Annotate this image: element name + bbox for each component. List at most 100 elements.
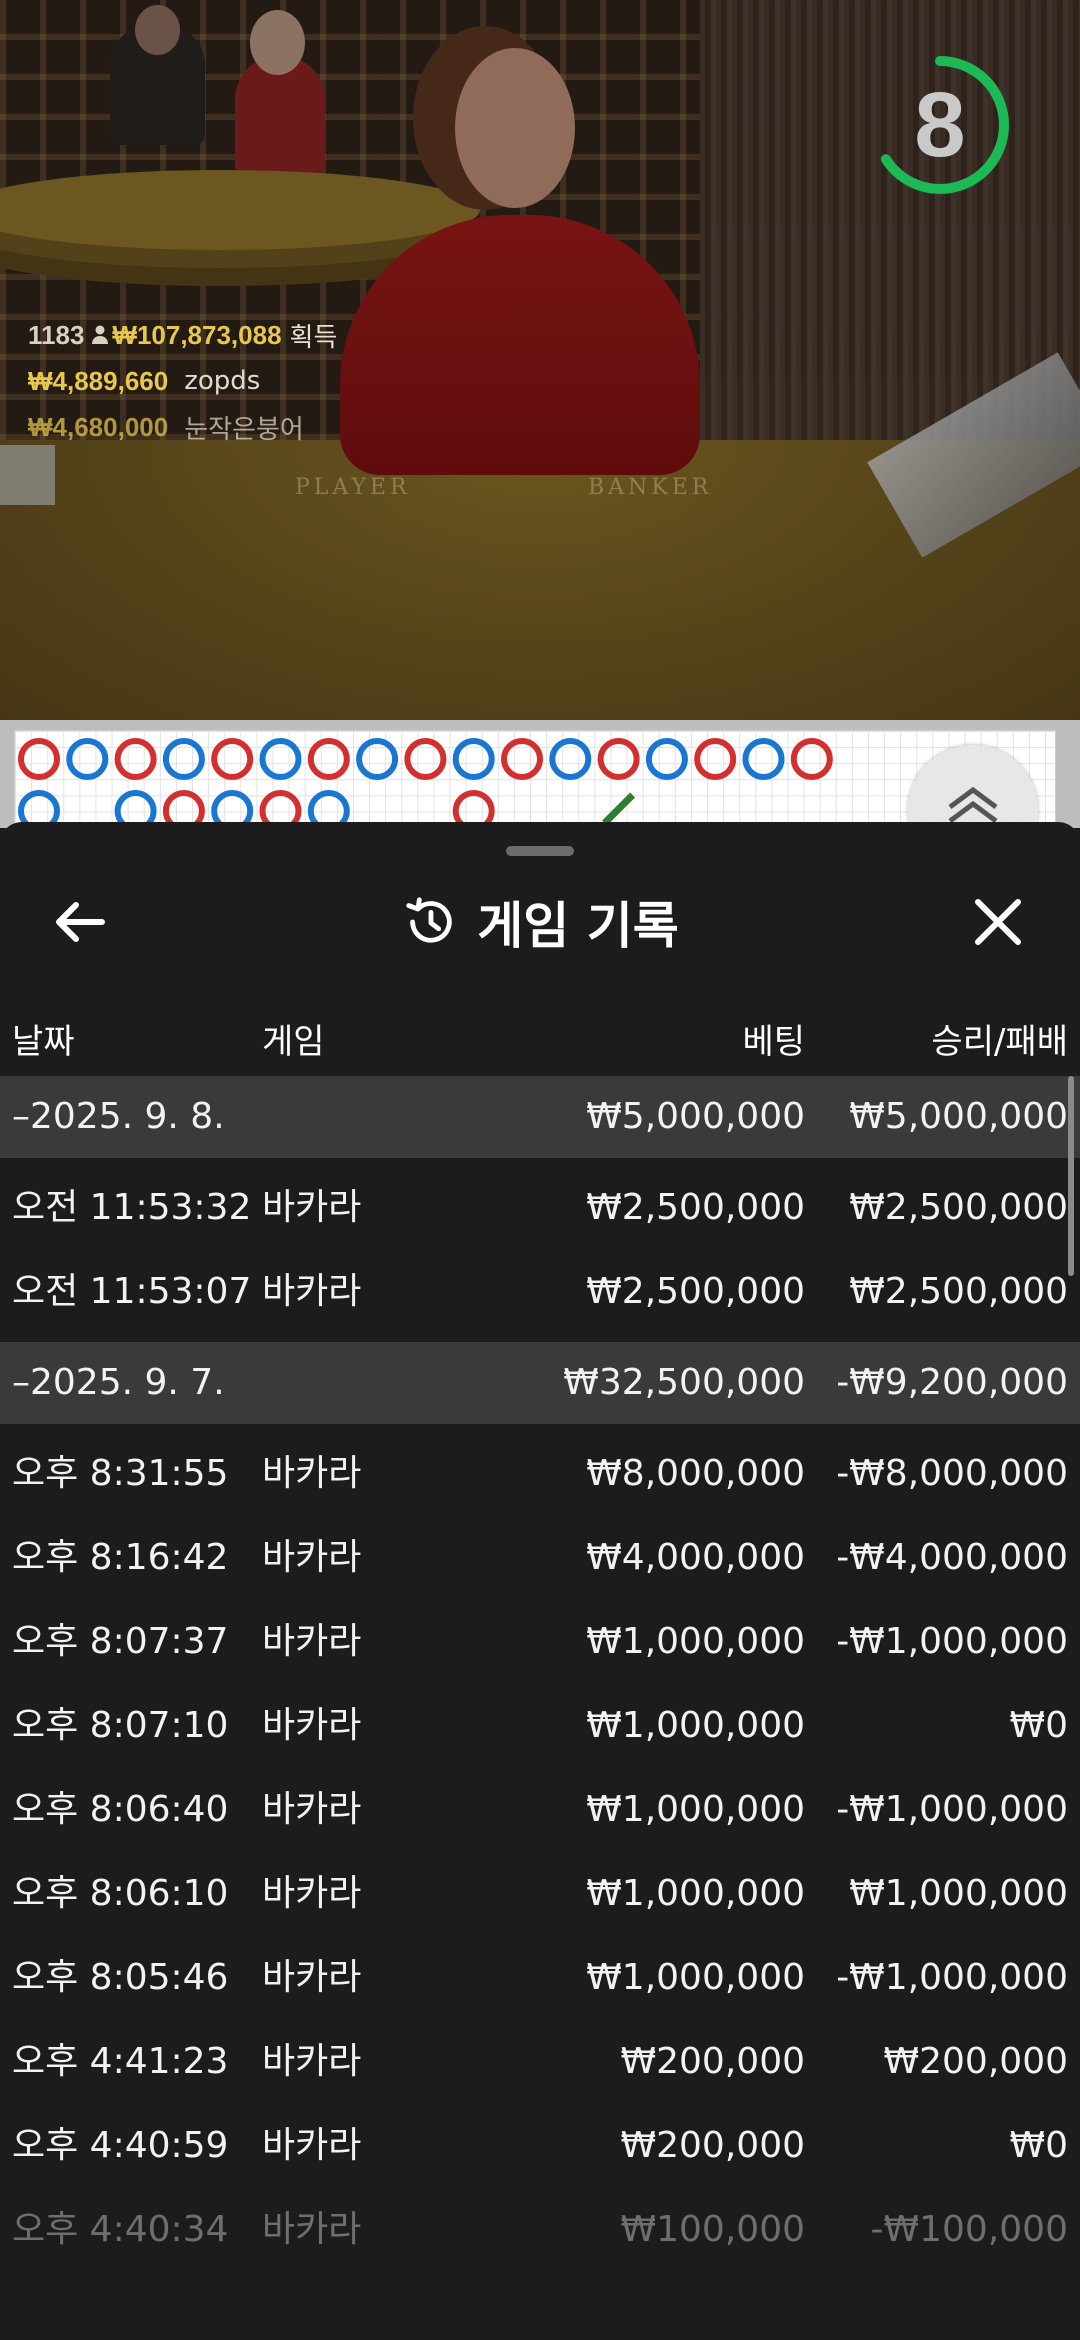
column-date: 날짜 xyxy=(12,1022,75,1062)
row-bet: ₩8,000,000 xyxy=(586,1453,805,1494)
roadmap-bead xyxy=(645,738,688,780)
roadmap-bead xyxy=(501,738,543,780)
row-bet: ₩32,500,000 xyxy=(563,1362,805,1403)
row-game: 바카라 xyxy=(262,2209,362,2250)
row-date: 오전 11:53:32 xyxy=(12,1187,252,1228)
history-row: 오전 11:53:32 바카라 ₩2,500,000 ₩2,500,000 xyxy=(0,1166,1080,1250)
row-date: –2025. 9. 7. xyxy=(12,1362,225,1403)
row-result: ₩200,000 xyxy=(883,2041,1068,2082)
row-result: ₩0 xyxy=(1009,2125,1069,2166)
roadmap-grid xyxy=(14,730,1056,832)
row-game: 바카라 xyxy=(262,1271,362,1312)
history-icon xyxy=(406,897,452,943)
row-date: 오후 4:41:23 xyxy=(12,2041,229,2082)
roadmap-bead xyxy=(211,738,254,780)
row-bet: ₩200,000 xyxy=(620,2041,805,2082)
roadmap-bead xyxy=(162,738,205,780)
history-row: 오후 8:06:10 바카라 ₩1,000,000 ₩1,000,000 xyxy=(0,1852,1080,1936)
sheet-drag-handle[interactable] xyxy=(506,846,574,856)
roadmap-tie-mark xyxy=(602,792,636,826)
winner-name: zopds xyxy=(184,366,261,396)
row-game: 바카라 xyxy=(262,1453,362,1494)
row-result: ₩0 xyxy=(1009,1705,1069,1746)
date-group-row[interactable]: –2025. 9. 7. ₩32,500,000 -₩9,200,000 xyxy=(0,1342,1080,1424)
row-game: 바카라 xyxy=(262,2041,362,2082)
row-date: 오후 8:07:10 xyxy=(12,1705,229,1746)
row-bet: ₩5,000,000 xyxy=(586,1096,805,1137)
history-row: 오후 8:06:40 바카라 ₩1,000,000 -₩1,000,000 xyxy=(0,1768,1080,1852)
history-row: 오후 8:07:37 바카라 ₩1,000,000 -₩1,000,000 xyxy=(0,1600,1080,1684)
row-result: -₩4,000,000 xyxy=(836,1537,1068,1578)
date-group-row[interactable]: –2025. 9. 8. ₩5,000,000 ₩5,000,000 xyxy=(0,1076,1080,1158)
history-row: 오후 4:40:34 바카라 ₩100,000 -₩100,000 xyxy=(0,2188,1080,2272)
column-headers: 날짜 게임 베팅 승리/패배 xyxy=(0,992,1080,1086)
winners-count: 1183 xyxy=(28,319,85,350)
row-bet: ₩100,000 xyxy=(620,2209,805,2250)
history-row: 오후 8:31:55 바카라 ₩8,000,000 -₩8,000,000 xyxy=(0,1432,1080,1516)
row-bet: ₩1,000,000 xyxy=(586,1705,805,1746)
winner-amount: ₩4,680,000 xyxy=(28,411,169,442)
winners-total-amount: ₩107,873,088 xyxy=(112,319,282,350)
row-bet: ₩2,500,000 xyxy=(586,1187,805,1228)
row-date: 오후 8:06:10 xyxy=(12,1873,229,1914)
roadmap-bead xyxy=(307,738,350,780)
winner-amount: ₩4,889,660 xyxy=(28,365,169,396)
arrow-left-icon xyxy=(56,902,105,942)
back-button[interactable] xyxy=(40,882,120,962)
row-result: ₩2,500,000 xyxy=(849,1271,1068,1312)
row-result: -₩8,000,000 xyxy=(836,1453,1068,1494)
roadmap-bead xyxy=(356,738,399,780)
column-bet: 베팅 xyxy=(742,1022,805,1062)
winners-overlay: 1183 ₩107,873,088 획득 ₩4,889,660 zopds ₩4… xyxy=(28,312,337,450)
sheet-title: 게임 기록 xyxy=(477,897,679,955)
history-list[interactable]: –2025. 9. 8. ₩5,000,000 ₩5,000,000 오전 11:53… xyxy=(0,1076,1080,2272)
winner-name: 눈작은붕어 xyxy=(184,414,304,445)
scrollbar[interactable] xyxy=(1068,1076,1074,1276)
row-bet: ₩1,000,000 xyxy=(586,1957,805,1998)
history-row: 오후 4:40:59 바카라 ₩200,000 ₩0 xyxy=(0,2104,1080,2188)
row-date: 오후 4:40:34 xyxy=(12,2209,229,2250)
roadmap-bead xyxy=(597,738,640,780)
roadmap-bead xyxy=(694,738,737,780)
row-game: 바카라 xyxy=(262,1873,362,1914)
row-result: -₩1,000,000 xyxy=(836,1957,1068,1998)
roadmap-bead xyxy=(452,738,495,780)
user-icon xyxy=(92,325,109,344)
roadmap-beads xyxy=(18,738,833,832)
row-result: -₩1,000,000 xyxy=(836,1621,1068,1662)
sheet-header: 게임 기록 xyxy=(0,882,1080,962)
row-date: 오후 8:16:42 xyxy=(12,1537,229,1578)
roadmap-bead xyxy=(742,738,785,780)
winners-label: 획득 xyxy=(289,322,338,353)
history-row: 오후 8:05:46 바카라 ₩1,000,000 -₩1,000,000 xyxy=(0,1936,1080,2020)
roadmap-bead xyxy=(18,738,60,780)
row-game: 바카라 xyxy=(262,1789,362,1830)
row-date: 오후 8:05:46 xyxy=(12,1957,229,1998)
row-date: 오후 8:06:40 xyxy=(12,1789,229,1830)
roadmap-bead xyxy=(114,738,157,780)
row-bet: ₩200,000 xyxy=(620,2125,805,2166)
row-date: –2025. 9. 8. xyxy=(12,1096,225,1137)
row-game: 바카라 xyxy=(262,1957,362,1998)
row-result: ₩2,500,000 xyxy=(849,1187,1068,1228)
row-bet: ₩1,000,000 xyxy=(586,1873,805,1914)
row-result: ₩1,000,000 xyxy=(849,1873,1068,1914)
row-game: 바카라 xyxy=(262,2125,362,2166)
roadmap-bead xyxy=(549,738,592,780)
row-game: 바카라 xyxy=(262,1537,362,1578)
roadmap-bead xyxy=(790,738,833,780)
history-row: 오후 8:16:42 바카라 ₩4,000,000 -₩4,000,000 xyxy=(0,1516,1080,1600)
row-bet: ₩1,000,000 xyxy=(586,1621,805,1662)
row-game: 바카라 xyxy=(262,1705,362,1746)
close-button[interactable] xyxy=(958,882,1038,962)
winner-entry: ₩4,680,000 눈작은붕어 xyxy=(28,404,337,450)
row-result: -₩1,000,000 xyxy=(836,1789,1068,1830)
roadmap-bead xyxy=(259,738,302,780)
row-result: -₩9,200,000 xyxy=(836,1362,1068,1403)
row-date: 오후 8:31:55 xyxy=(12,1453,229,1494)
history-row: 오전 11:53:07 바카라 ₩2,500,000 ₩2,500,000 xyxy=(0,1250,1080,1334)
row-game: 바카라 xyxy=(262,1187,362,1228)
row-result: -₩100,000 xyxy=(870,2209,1068,2250)
row-bet: ₩1,000,000 xyxy=(586,1789,805,1830)
row-result: ₩5,000,000 xyxy=(849,1096,1068,1137)
